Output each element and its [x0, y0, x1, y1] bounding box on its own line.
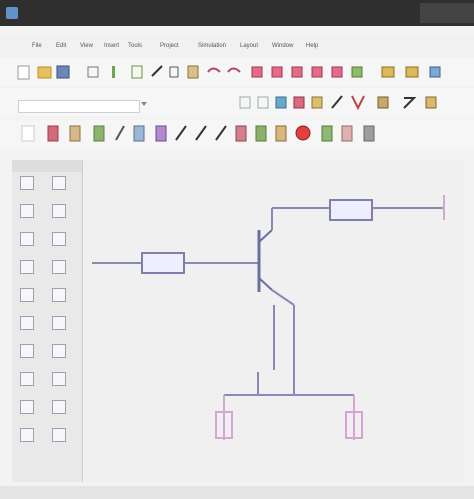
- toolbar-tertiary: [0, 120, 474, 148]
- component-substrate-icon[interactable]: [20, 400, 34, 414]
- toolbar-save-icon[interactable]: [56, 65, 70, 79]
- app-logo-icon: [6, 7, 18, 19]
- toolbar-tool-icon[interactable]: [429, 66, 441, 78]
- record-icon[interactable]: [295, 125, 311, 141]
- component-transistor-icon[interactable]: [20, 260, 34, 274]
- component-amplifier-icon[interactable]: [52, 428, 66, 442]
- component-port-icon[interactable]: [52, 232, 66, 246]
- toolbar-tool-icon[interactable]: [405, 66, 419, 78]
- toolbar3-icon[interactable]: [21, 125, 35, 142]
- component-open-icon[interactable]: [52, 372, 66, 386]
- toolbar3-icon[interactable]: [115, 125, 125, 141]
- output-line[interactable]: [271, 195, 445, 230]
- toolbar3-icon[interactable]: [47, 125, 59, 142]
- title-bar: [0, 0, 474, 26]
- toolbar2-icon[interactable]: [275, 96, 287, 109]
- toolbar2-icon[interactable]: [331, 95, 343, 109]
- toolbar2-icon[interactable]: [403, 97, 417, 109]
- toolbar-bar-icon[interactable]: [112, 66, 115, 78]
- toolbar-grid-icon[interactable]: [87, 66, 99, 78]
- schematic-canvas[interactable]: [84, 160, 464, 482]
- component-tee-icon[interactable]: [20, 288, 34, 302]
- toolbar3-icon[interactable]: [235, 125, 247, 142]
- toolbar3-icon[interactable]: [195, 125, 207, 141]
- menu-project[interactable]: Project: [160, 43, 179, 49]
- menu-insert[interactable]: Insert: [104, 43, 119, 49]
- element-combo[interactable]: [18, 100, 140, 113]
- toolbar-chart-icon[interactable]: [131, 65, 143, 79]
- toolbar-paste-icon[interactable]: [187, 65, 199, 79]
- component-cross-icon[interactable]: [52, 400, 66, 414]
- component-step-icon[interactable]: [20, 372, 34, 386]
- component-inductor-icon[interactable]: [20, 204, 34, 218]
- toolbar-cut-icon[interactable]: [151, 65, 163, 77]
- component-coupler-icon[interactable]: [20, 316, 34, 330]
- toolbar-tool-icon[interactable]: [351, 66, 363, 78]
- toolbar-tool-icon[interactable]: [271, 66, 283, 78]
- toolbar-copy-icon[interactable]: [169, 66, 179, 78]
- toolbar3-icon[interactable]: [155, 125, 167, 142]
- toolbar3-icon[interactable]: [275, 125, 287, 142]
- component-panel: [12, 160, 83, 482]
- component-stub-icon[interactable]: [52, 288, 66, 302]
- combo-dropdown-arrow-icon[interactable]: [141, 102, 147, 106]
- toolbar2-icon[interactable]: [257, 96, 269, 109]
- input-line[interactable]: [92, 252, 259, 274]
- bottom-network[interactable]: [215, 372, 363, 440]
- menu-tools[interactable]: Tools: [128, 43, 142, 49]
- menu-bar: File Edit View Insert Tools Project Simu…: [0, 38, 474, 56]
- window-controls[interactable]: [420, 3, 474, 23]
- menu-help[interactable]: Help: [306, 43, 318, 49]
- toolbar-undo-icon[interactable]: [207, 67, 221, 73]
- toolbar3-icon[interactable]: [341, 125, 353, 142]
- toolbar3-icon[interactable]: [321, 125, 333, 142]
- menu-window[interactable]: Window: [272, 43, 293, 49]
- component-diode-icon[interactable]: [20, 428, 34, 442]
- toolbar-tool-icon[interactable]: [311, 66, 323, 78]
- toolbar-main-icons: [17, 65, 441, 80]
- menu-view[interactable]: View: [80, 43, 93, 49]
- toolbar3-icon[interactable]: [175, 125, 187, 141]
- toolbar3-icon[interactable]: [93, 125, 105, 142]
- toolbar2-icon[interactable]: [311, 96, 323, 109]
- schematic-drawing: [92, 195, 445, 440]
- toolbar2-icon[interactable]: [425, 96, 437, 109]
- toolbar-redo-icon[interactable]: [227, 67, 241, 73]
- toolbar-tertiary-icons: [21, 125, 375, 142]
- toolbar3-icon[interactable]: [255, 125, 267, 142]
- toolbar3-icon[interactable]: [133, 125, 145, 142]
- toolbar-new-icon[interactable]: [17, 65, 30, 80]
- toolbar-tool-icon[interactable]: [381, 66, 395, 78]
- toolbar3-icon[interactable]: [69, 125, 81, 142]
- toolbar3-icon[interactable]: [363, 125, 375, 142]
- component-source-icon[interactable]: [20, 232, 34, 246]
- menu-edit[interactable]: Edit: [56, 43, 66, 49]
- component-via-icon[interactable]: [52, 316, 66, 330]
- component-resistor-icon[interactable]: [20, 176, 34, 190]
- toolbar-main: [0, 58, 474, 86]
- toolbar-secondary: [0, 88, 474, 116]
- component-gap-icon[interactable]: [20, 344, 34, 358]
- status-bar: [0, 486, 474, 499]
- menu-layout[interactable]: Layout: [240, 43, 258, 49]
- toolbar-tool-icon[interactable]: [251, 66, 263, 78]
- component-ground-icon[interactable]: [52, 204, 66, 218]
- toolbar2-icon[interactable]: [293, 96, 305, 109]
- toolbar-tool-icon[interactable]: [291, 66, 303, 78]
- toolbar3-icon[interactable]: [215, 125, 227, 141]
- component-bend-icon[interactable]: [52, 344, 66, 358]
- toolbar2-icon[interactable]: [377, 96, 389, 109]
- menu-file[interactable]: File: [32, 43, 42, 49]
- component-capacitor-icon[interactable]: [52, 176, 66, 190]
- menu-simulation[interactable]: Simulation: [198, 43, 226, 49]
- component-panel-header: [12, 160, 82, 172]
- toolbar2-icon[interactable]: [351, 95, 365, 111]
- toolbar2-icon[interactable]: [239, 96, 251, 109]
- toolbar-open-icon[interactable]: [37, 66, 52, 79]
- toolbar-tool-icon[interactable]: [331, 66, 343, 78]
- transistor-symbol[interactable]: [257, 229, 273, 292]
- bias-line[interactable]: [271, 289, 295, 395]
- component-line-icon[interactable]: [52, 260, 66, 274]
